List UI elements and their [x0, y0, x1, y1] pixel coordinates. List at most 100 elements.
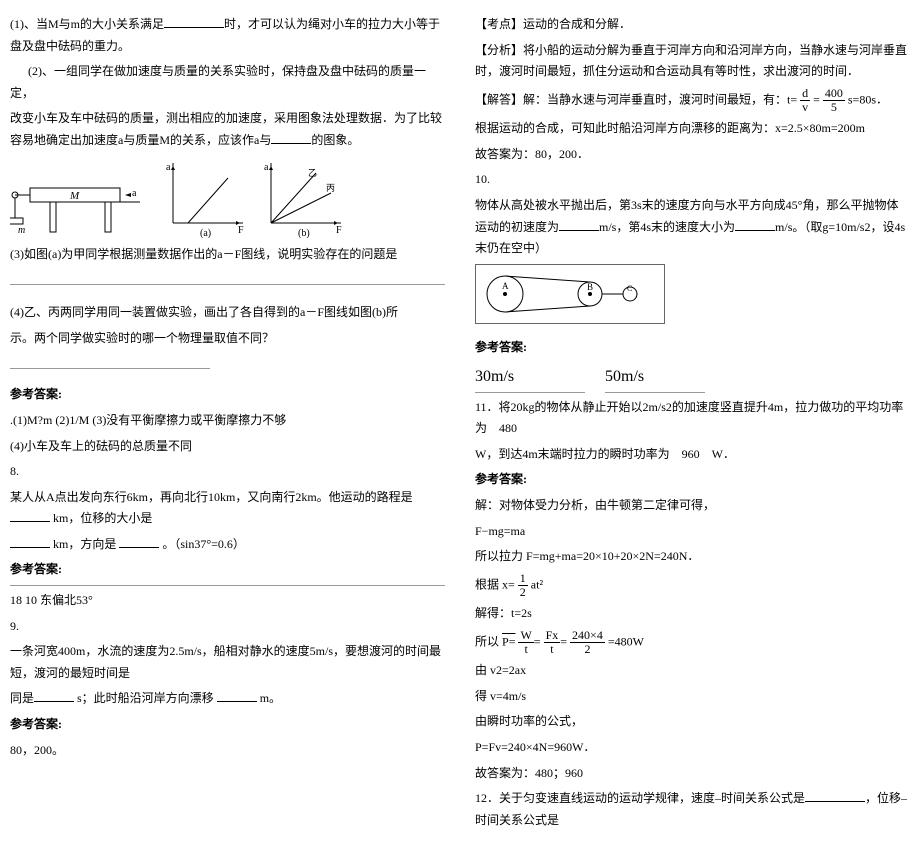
numerator: W — [518, 629, 533, 643]
p-bar: P= — [502, 634, 515, 648]
kaodian: 【考点】运动的合成和分解． — [475, 14, 910, 36]
answer1: 30m/s — [475, 363, 585, 393]
svg-text:m: m — [18, 225, 25, 236]
denominator: t — [518, 643, 533, 656]
left-column: (1)、当M与m的大小关系满足时，才可以认为绳对小车的拉力大小等于盘及盘中砝码的… — [10, 10, 445, 835]
q9-number: 9. — [10, 616, 445, 638]
blank — [164, 15, 224, 28]
q9-text-line2: 同是 s；此时船沿河岸方向漂移 m。 — [10, 688, 445, 710]
blank — [10, 509, 50, 522]
numerator: 1 — [518, 572, 528, 586]
numerator: d — [800, 87, 810, 101]
svg-text:a: a — [264, 162, 269, 173]
q11-sol6: 所以 P= W t = Fx t = 240×4 2 =480W — [475, 629, 910, 656]
divider — [10, 585, 445, 586]
blank — [217, 689, 257, 702]
fraction: W t — [518, 629, 533, 656]
denominator: 2 — [518, 586, 528, 599]
jieda: 【解答】解：当静水速与河岸垂直时，渡河时间最短，有：t= d v = 400 5… — [475, 87, 910, 114]
answer2: 50m/s — [605, 363, 705, 393]
ref-answer-label: 参考答案: — [10, 559, 445, 581]
text: km，位移的大小是 — [53, 511, 152, 525]
text: 所以 — [475, 634, 499, 648]
right-column: 【考点】运动的合成和分解． 【分析】将小船的运动分解为垂直于河岸方向和沿河岸方向… — [475, 10, 910, 835]
ref-answer-label: 参考答案: — [10, 714, 445, 736]
svg-text:B: B — [587, 282, 593, 292]
text: s=80s． — [848, 92, 888, 106]
fraction: 240×4 2 — [570, 629, 605, 656]
figures-row: M m a a F (a) a — [10, 158, 445, 238]
blank — [119, 535, 159, 548]
q11-sol2: F−mg=ma — [475, 521, 910, 543]
text: 12．关于匀变速直线运动的运动学规律，速度–时间关系公式是 — [475, 791, 805, 805]
q7-part2b: 改变小车及车中砝码的质量，测出相应的加速度，采用图象法处理数据．为了比较容易地确… — [10, 108, 445, 151]
svg-text:F: F — [336, 225, 342, 236]
text: m/s，第4s末的速度大小为 — [599, 220, 735, 234]
svg-text:丙: 丙 — [326, 183, 335, 193]
belt-svg: A B C — [480, 269, 660, 319]
q11-sol4: 根据 x= 1 2 at² — [475, 572, 910, 599]
numerator: 240×4 — [570, 629, 605, 643]
text: 某人从A点出发向东行6km，再向北行10km，又向南行2km。他运动的路程是 — [10, 490, 413, 504]
blank — [34, 689, 74, 702]
text: 根据 x= — [475, 577, 515, 591]
q7-part4b: 示。两个同学做实验时的哪一个物理量取值不同？ — [10, 328, 445, 350]
q9-text: 一条河宽400m，水流的速度为2.5m/s，船相对静水的速度5m/s，要想渡河的… — [10, 641, 445, 684]
q7-ans2: (4)小车及车上的砝码的总质量不同 — [10, 436, 445, 458]
ref-answer-label: 参考答案: — [10, 384, 445, 406]
text: m。 — [260, 691, 281, 705]
svg-text:F: F — [238, 225, 244, 236]
ref-answer-label: 参考答案: — [475, 469, 910, 491]
q10-answers: 30m/s 50m/s — [475, 363, 910, 393]
fraction: 400 5 — [823, 87, 845, 114]
q7-ans1: .(1)M?m (2)1/M (3)没有平衡摩擦力或平衡摩擦力不够 — [10, 410, 445, 432]
q11-sol3: 所以拉力 F=mg+ma=20×10+20×2N=240N． — [475, 546, 910, 568]
svg-text:a: a — [132, 188, 137, 199]
blank — [735, 218, 775, 231]
text: =480W — [608, 634, 644, 648]
q11-text2: W，到达4m末端时拉力的瞬时功率为 960 W． — [475, 444, 910, 466]
fraction: Fx t — [544, 629, 561, 656]
svg-text:乙: 乙 — [308, 168, 317, 178]
svg-text:(a): (a) — [200, 228, 211, 238]
q7-part1: (1)、当M与m的大小关系满足时，才可以认为绳对小车的拉力大小等于盘及盘中砝码的… — [10, 14, 445, 57]
numerator: 400 — [823, 87, 845, 101]
q7-part2: (2)、一组同学在做加速度与质量的关系实验时，保持盘及盘中砝码的质量一定， — [10, 61, 445, 104]
text: km，方向是 — [53, 537, 116, 551]
blank-line — [10, 269, 445, 284]
q11-text1: 11．将20kg的物体从静止开始以2m/s2的加速度竖直提升4m，拉力做功的平均… — [475, 397, 910, 440]
jieda2: 根据运动的合成，可知此时船沿河岸方向漂移的距离为：x=2.5×80m=200m — [475, 118, 910, 140]
q9-answer: 80，200。 — [10, 740, 445, 762]
text: (1)、当M与m的大小关系满足 — [10, 17, 164, 31]
blank-line — [10, 353, 210, 368]
q7-part3: (3)如图(a)为甲同学根据测量数据作出的a－F图线，说明实验存在的问题是 — [10, 244, 445, 266]
text: at² — [531, 577, 543, 591]
q8-text-line2: km，方向是 。（sin37°=0.6） — [10, 534, 445, 556]
fenxi: 【分析】将小船的运动分解为垂直于河岸方向和沿河岸方向，当静水速与河岸垂直时，渡河… — [475, 40, 910, 83]
blank — [271, 131, 311, 144]
numerator: Fx — [544, 629, 561, 643]
text: s；此时船沿河岸方向漂移 — [77, 691, 214, 705]
text: 改变小车及车中砝码的质量，测出相应的加速度，采用图象法处理数据．为了比较容易地确… — [10, 111, 442, 147]
q8-answer: 18 10 东偏北53° — [10, 590, 445, 612]
svg-text:a: a — [166, 162, 171, 173]
denominator: 5 — [823, 101, 845, 114]
ref-answer-label: 参考答案: — [475, 337, 910, 359]
fraction: 1 2 — [518, 572, 528, 599]
text: 一条河宽400m，水流的速度为2.5m/s，船相对静水的速度5m/s，要想渡河的… — [10, 644, 441, 680]
denominator: 2 — [570, 643, 605, 656]
q11-sol7: 由 v2=2ax — [475, 660, 910, 682]
q8-number: 8. — [10, 461, 445, 483]
q11-sol9: 由瞬时功率的公式， — [475, 711, 910, 733]
graph-b: a F 乙 丙 (b) — [256, 158, 346, 238]
text: 的图象。 — [311, 133, 359, 147]
svg-text:M: M — [69, 190, 80, 202]
fraction: d v — [800, 87, 810, 114]
text: 。（sin37°=0.6） — [162, 537, 245, 551]
q11-sol5: 解得：t=2s — [475, 603, 910, 625]
graph-a: a F (a) — [158, 158, 248, 238]
svg-text:(b): (b) — [298, 228, 310, 238]
jieda3: 故答案为：80，200． — [475, 144, 910, 166]
q7-part4: (4)乙、丙两同学用同一装置做实验，画出了各自得到的a－F图线如图(b)所 — [10, 302, 445, 324]
denominator: v — [800, 101, 810, 114]
